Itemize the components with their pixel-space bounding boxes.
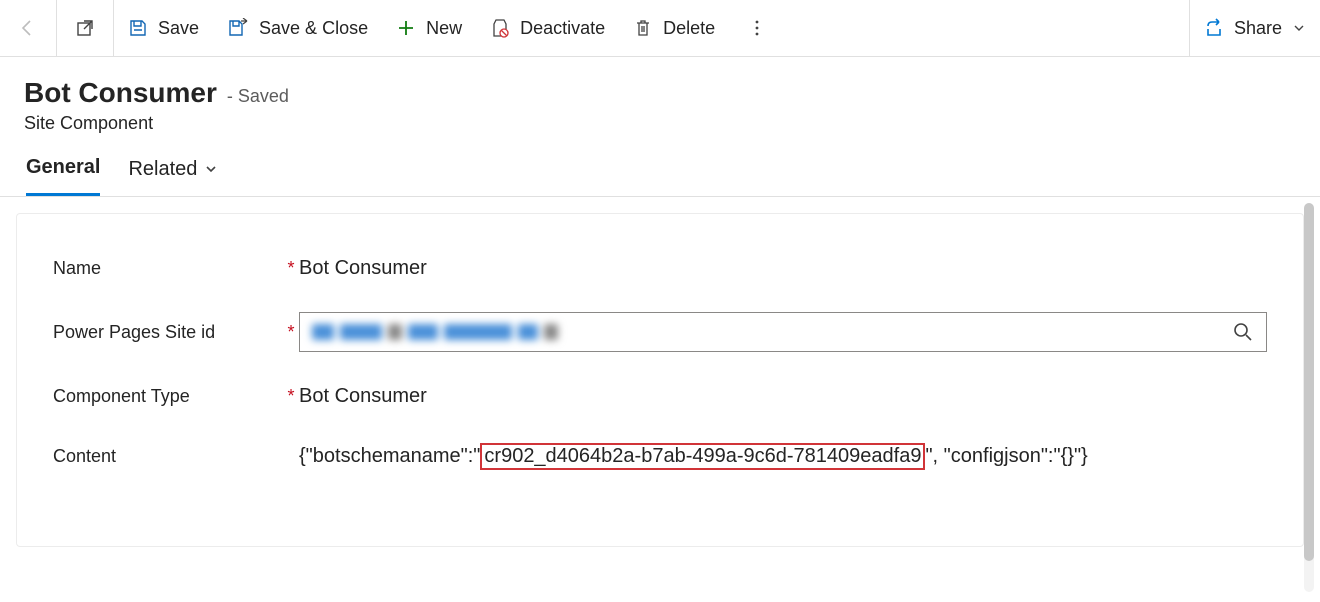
tab-general-label: General bbox=[26, 156, 100, 179]
content-tail: ", "configjson":"{}"} bbox=[925, 445, 1087, 468]
field-content: Content {"botschemaname":"cr902_d4064b2a… bbox=[17, 426, 1303, 486]
delete-label: Delete bbox=[663, 18, 715, 39]
deactivate-button[interactable]: Deactivate bbox=[476, 0, 619, 57]
vertical-scrollbar[interactable] bbox=[1304, 203, 1314, 592]
field-name: Name * Bot Consumer bbox=[17, 238, 1303, 298]
trash-icon bbox=[633, 18, 653, 38]
site-id-label: Power Pages Site id bbox=[53, 322, 283, 343]
command-bar: Save Save & Close New Deactivate Delete bbox=[0, 0, 1320, 57]
field-site-id: Power Pages Site id * bbox=[17, 298, 1303, 366]
more-commands-button[interactable] bbox=[729, 0, 785, 57]
new-label: New bbox=[426, 18, 462, 39]
scrollbar-thumb[interactable] bbox=[1304, 203, 1314, 561]
save-button[interactable]: Save bbox=[114, 0, 213, 57]
save-close-icon bbox=[227, 18, 249, 38]
tab-list: General Related bbox=[0, 142, 1320, 197]
save-close-label: Save & Close bbox=[259, 18, 368, 39]
page-status: - Saved bbox=[227, 86, 289, 107]
type-label: Component Type bbox=[53, 386, 283, 407]
type-value[interactable]: Bot Consumer bbox=[299, 385, 1267, 408]
deactivate-icon bbox=[490, 18, 510, 38]
save-label: Save bbox=[158, 18, 199, 39]
chevron-down-icon bbox=[203, 161, 219, 177]
delete-button[interactable]: Delete bbox=[619, 0, 729, 57]
name-value[interactable]: Bot Consumer bbox=[299, 257, 1267, 280]
tab-related-label: Related bbox=[128, 158, 197, 181]
tab-related[interactable]: Related bbox=[128, 158, 219, 195]
content-label: Content bbox=[53, 446, 283, 467]
share-icon bbox=[1204, 18, 1224, 38]
content-value[interactable]: {"botschemaname":"cr902_d4064b2a-b7ab-49… bbox=[299, 443, 1267, 470]
new-button[interactable]: New bbox=[382, 0, 476, 57]
name-label: Name bbox=[53, 258, 283, 279]
redacted-value bbox=[312, 324, 558, 340]
share-label: Share bbox=[1234, 18, 1282, 39]
save-close-button[interactable]: Save & Close bbox=[213, 0, 382, 57]
more-vertical-icon bbox=[747, 18, 767, 38]
content-highlight: cr902_d4064b2a-b7ab-499a-9c6d-781409eadf… bbox=[480, 443, 925, 470]
page-title: Bot Consumer bbox=[24, 77, 217, 109]
site-id-lookup[interactable] bbox=[299, 312, 1267, 352]
deactivate-label: Deactivate bbox=[520, 18, 605, 39]
form-body: Name * Bot Consumer Power Pages Site id … bbox=[0, 197, 1320, 598]
search-icon[interactable] bbox=[1232, 321, 1254, 343]
chevron-down-icon bbox=[1292, 21, 1306, 35]
share-button[interactable]: Share bbox=[1190, 0, 1320, 57]
arrow-left-icon bbox=[18, 18, 38, 38]
popout-button[interactable] bbox=[57, 0, 113, 57]
form-card: Name * Bot Consumer Power Pages Site id … bbox=[16, 213, 1304, 547]
required-indicator: * bbox=[283, 258, 299, 279]
required-indicator: * bbox=[283, 386, 299, 407]
content-lead: {"botschemaname":" bbox=[299, 445, 480, 468]
page-subtitle: Site Component bbox=[24, 113, 1296, 134]
back-button[interactable] bbox=[0, 0, 56, 57]
plus-icon bbox=[396, 18, 416, 38]
tab-general[interactable]: General bbox=[26, 156, 100, 196]
save-icon bbox=[128, 18, 148, 38]
field-component-type: Component Type * Bot Consumer bbox=[17, 366, 1303, 426]
page-header: Bot Consumer - Saved Site Component bbox=[0, 57, 1320, 142]
required-indicator: * bbox=[283, 322, 299, 343]
popout-icon bbox=[75, 18, 95, 38]
